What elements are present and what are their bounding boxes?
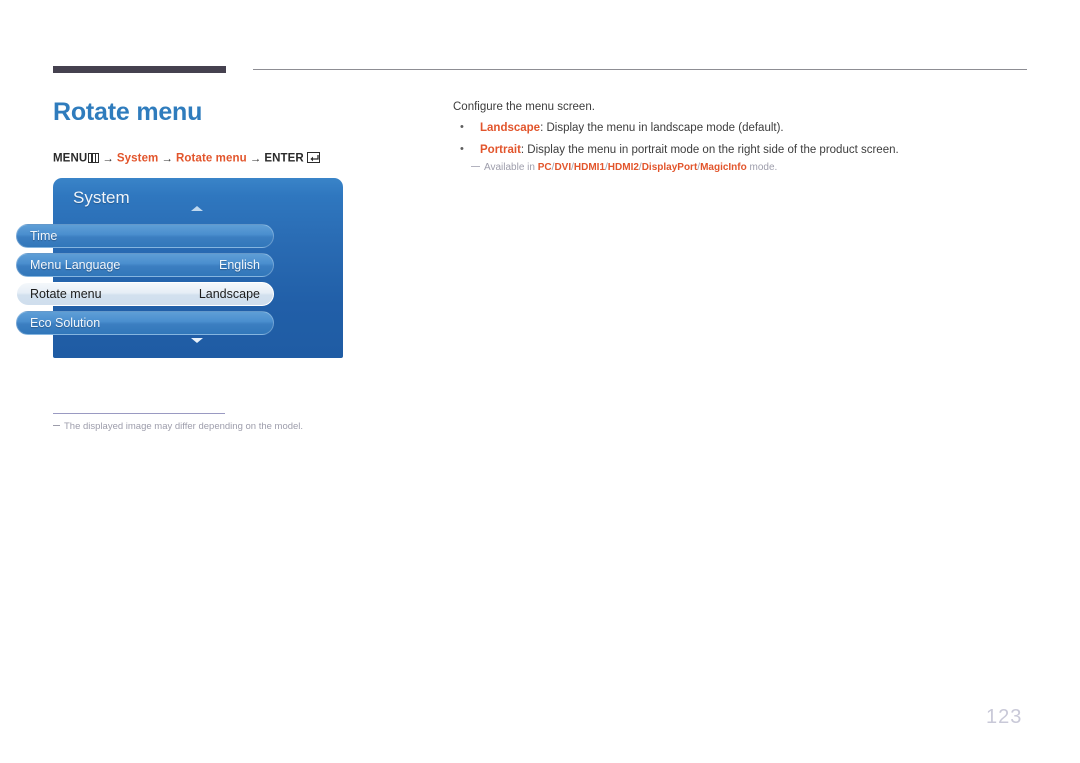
osd-row-time[interactable]: Time: [16, 224, 274, 248]
menu-grid-icon: [88, 152, 100, 163]
availability-mode: PC: [537, 162, 552, 173]
osd-row-rotate-menu[interactable]: Rotate menu Landscape: [16, 282, 274, 306]
osd-title: System: [73, 188, 130, 207]
osd-row-label: Eco Solution: [30, 316, 101, 330]
chevron-down-icon[interactable]: [191, 338, 203, 343]
availability-mode: HDMI1: [573, 162, 606, 173]
bullet-term-landscape: Landscape: [480, 122, 541, 134]
footnote-rule: [53, 413, 225, 414]
list-item: Landscape: Display the menu in landscape…: [453, 120, 899, 135]
osd-row-label: Rotate menu: [30, 287, 102, 301]
note-dash-icon: [471, 165, 480, 167]
osd-row-value: Landscape: [198, 287, 260, 301]
availability-suffix: mode.: [746, 162, 778, 173]
availability-mode: HDMI2: [607, 162, 639, 173]
bullet-text: : Display the menu in landscape mode (de…: [540, 122, 784, 134]
menu-path: MENU → System → Rotate menu → ENTER: [53, 152, 320, 165]
list-item: Portrait: Display the menu in portrait m…: [453, 142, 899, 157]
availability-note: Available in PC/DVI/HDMI1/HDMI2/DisplayP…: [471, 162, 777, 173]
chevron-up-icon[interactable]: [191, 206, 203, 211]
menu-path-step-system: System: [116, 152, 159, 165]
image-disclaimer-note: The displayed image may differ depending…: [53, 421, 303, 432]
menu-path-arrow-3: →: [249, 152, 262, 165]
menu-path-arrow-2: →: [161, 152, 173, 165]
osd-row-eco-solution[interactable]: Eco Solution: [16, 311, 274, 335]
bullet-text: : Display the menu in portrait mode on t…: [520, 144, 899, 156]
bullet-term-portrait: Portrait: [480, 144, 521, 156]
menu-path-step-rotate-menu: Rotate menu: [176, 152, 247, 165]
page-number: 123: [986, 706, 1023, 728]
osd-row-label: Time: [30, 229, 58, 243]
image-disclaimer-text: The displayed image may differ depending…: [64, 421, 304, 432]
availability-mode: DVI: [554, 162, 572, 173]
menu-path-menu-label: MENU: [53, 152, 88, 165]
menu-path-arrow-1: →: [102, 152, 114, 165]
enter-key-icon: [306, 152, 320, 163]
osd-row-menu-language[interactable]: Menu Language English: [16, 253, 274, 277]
description-intro: Configure the menu screen.: [453, 101, 595, 113]
availability-mode: DisplayPort: [641, 162, 698, 173]
availability-mode: MagicInfo: [700, 162, 747, 173]
page-title: Rotate menu: [53, 98, 203, 126]
osd-row-label: Menu Language: [30, 258, 121, 272]
header-rule-thin: [253, 69, 1027, 70]
osd-header: System: [53, 178, 343, 220]
availability-prefix: Available in: [484, 162, 538, 173]
header-rule-thick: [53, 66, 226, 73]
note-dash-icon: [53, 425, 60, 426]
description-bullets: Landscape: Display the menu in landscape…: [453, 120, 899, 165]
osd-row-value: English: [219, 258, 260, 272]
availability-modes: PC/DVI/HDMI1/HDMI2/DisplayPort/MagicInfo: [538, 162, 747, 173]
menu-path-enter-label: ENTER: [264, 152, 304, 165]
